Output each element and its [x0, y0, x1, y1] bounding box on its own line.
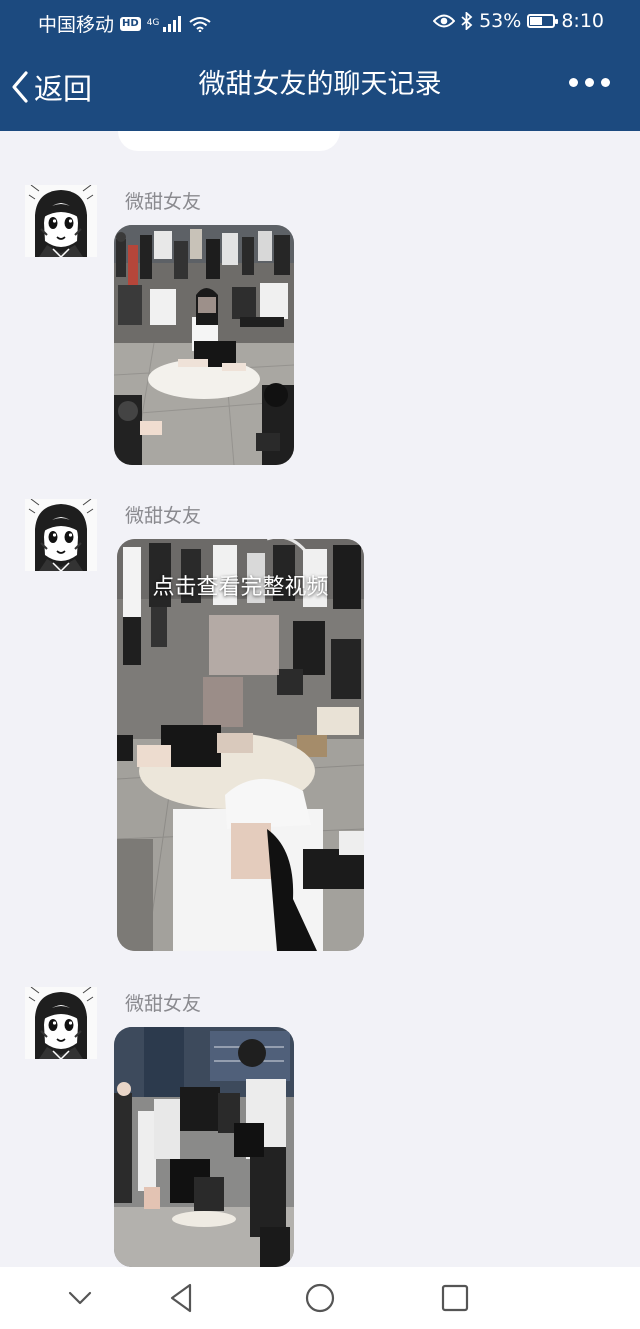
photo-crowd-scene [114, 225, 294, 465]
status-bar: 中国移动 HD 4G 53% 8:10 [0, 0, 640, 44]
system-nav-bar [0, 1267, 640, 1329]
avatar[interactable] [25, 499, 97, 571]
avatar-illustration [25, 185, 97, 257]
video-message[interactable]: 点击查看完整视频 [117, 539, 364, 951]
chevron-down-icon[interactable] [63, 1281, 97, 1315]
wifi-icon [189, 16, 212, 32]
video-caption: 点击查看完整视频 [152, 575, 329, 600]
recents-square-icon[interactable] [438, 1281, 472, 1315]
sender-name: 微甜女友 [125, 993, 202, 1015]
avatar-illustration [25, 987, 97, 1059]
clock-time: 8:10 [561, 10, 604, 32]
image-message[interactable] [114, 225, 294, 465]
sender-name: 微甜女友 [125, 505, 202, 527]
more-dots-icon[interactable] [569, 78, 610, 87]
battery-percent: 53% [479, 10, 522, 32]
avatar-illustration [25, 499, 97, 571]
back-label: 返回 [34, 72, 93, 106]
page-title: 微甜女友的聊天记录 [198, 69, 442, 100]
carrier-name: 中国移动 [38, 14, 115, 36]
battery-fill [530, 17, 542, 25]
sender-name: 微甜女友 [125, 191, 202, 213]
chat-history[interactable]: 微甜女友 微甜女友 点击查看完整视频 微甜女友 [0, 131, 640, 1267]
avatar[interactable] [25, 185, 97, 257]
eye-icon [433, 14, 456, 28]
back-triangle-icon[interactable] [166, 1281, 200, 1315]
home-circle-icon[interactable] [303, 1281, 337, 1315]
back-button[interactable]: 返回 [10, 66, 92, 108]
chevron-left-icon [12, 71, 28, 103]
battery-icon [527, 14, 559, 28]
photo-crowd-scene [114, 1027, 294, 1267]
hd-badge: HD [120, 16, 141, 31]
nav-bar: 返回 微甜女友的聊天记录 [0, 44, 640, 131]
app-header: 中国移动 HD 4G 53% 8:10 返回 微甜女友的聊天记录 [0, 0, 640, 131]
image-message[interactable] [114, 1027, 294, 1267]
signal-icon [163, 15, 182, 32]
previous-message-bubble[interactable] [118, 131, 340, 151]
avatar[interactable] [25, 987, 97, 1059]
bluetooth-icon [461, 12, 473, 30]
network-type: 4G [146, 18, 160, 28]
